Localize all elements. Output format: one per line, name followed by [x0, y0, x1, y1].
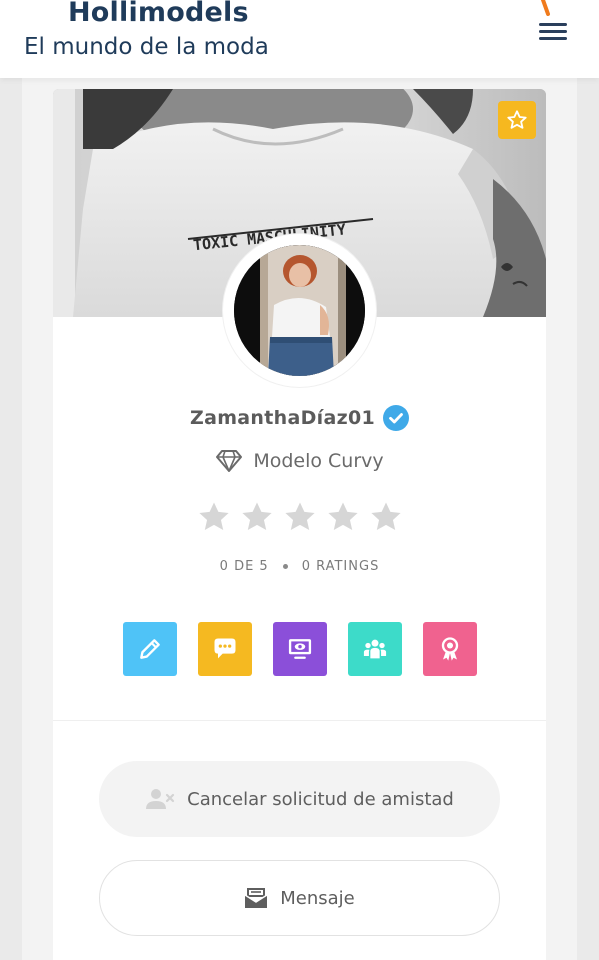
ratings-count-text: 0 RATINGS	[301, 559, 380, 574]
message-button[interactable]: Mensaje	[99, 860, 500, 936]
edit-profile-button[interactable]	[122, 622, 177, 676]
username[interactable]: ZamanthaDíaz01	[190, 407, 375, 429]
profile-actions	[53, 622, 546, 676]
star-outline-icon	[507, 110, 527, 129]
diamond-icon	[216, 450, 243, 472]
verified-check-icon	[382, 405, 409, 431]
profile-card: TOXIC MASCULINITY ZamanthaDíaz01 Modelo …	[53, 89, 546, 960]
avatar-photo	[234, 245, 365, 376]
rating-star-icon[interactable]	[369, 500, 403, 534]
rating-star-icon[interactable]	[283, 500, 317, 534]
rating-stars[interactable]	[53, 500, 546, 540]
comments-button[interactable]	[197, 622, 252, 676]
media-button[interactable]	[272, 622, 327, 676]
cancel-friend-request-button[interactable]: Cancelar solicitud de amistad	[99, 761, 500, 837]
rating-summary: 0 DE 5 0 RATINGS	[53, 559, 546, 574]
avatar-frame	[223, 234, 376, 387]
user-remove-icon	[146, 789, 175, 809]
award-ribbon-icon	[441, 637, 458, 661]
pencil-icon	[139, 639, 160, 659]
username-row: ZamanthaDíaz01	[53, 401, 546, 435]
avatar[interactable]	[234, 245, 365, 376]
achievements-button[interactable]	[422, 622, 477, 676]
site-header: Hollimodels El mundo de la moda	[0, 0, 599, 78]
rating-star-icon[interactable]	[326, 500, 360, 534]
rating-star-icon[interactable]	[197, 500, 231, 534]
friends-button[interactable]	[347, 622, 402, 676]
group-icon	[363, 639, 386, 659]
rating-star-icon[interactable]	[240, 500, 274, 534]
rating-value-text: 0 DE 5	[219, 559, 269, 574]
site-title[interactable]: Hollimodels	[68, 0, 249, 28]
hamburger-menu-icon[interactable]	[539, 20, 569, 44]
member-type: Modelo Curvy	[253, 450, 384, 472]
member-type-row: Modelo Curvy	[53, 444, 546, 478]
envelope-icon	[244, 888, 268, 908]
chat-bubble-icon	[214, 638, 235, 659]
screen-icon	[288, 639, 311, 659]
cancel-friend-request-label: Cancelar solicitud de amistad	[187, 788, 454, 810]
logo-accent-icon	[541, 0, 550, 16]
message-label: Mensaje	[280, 887, 355, 909]
favorite-star-button[interactable]	[498, 101, 536, 139]
section-divider	[53, 720, 546, 721]
site-subtitle: El mundo de la moda	[24, 34, 269, 60]
separator-dot	[282, 564, 288, 569]
